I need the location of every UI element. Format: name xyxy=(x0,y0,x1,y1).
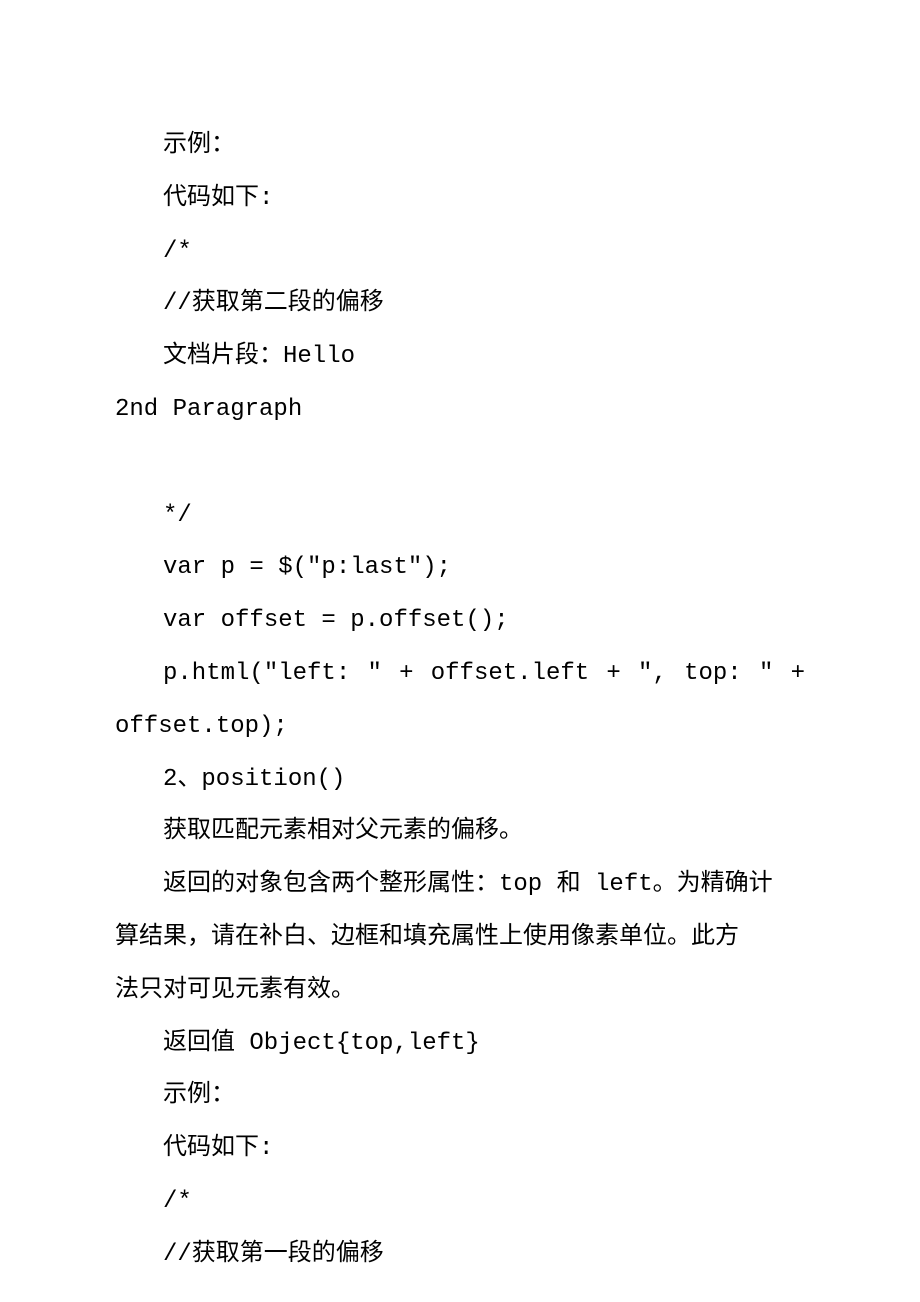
document-line: 代码如下: xyxy=(115,173,805,226)
document-line: p.html("left: " + offset.left + ", top: … xyxy=(115,648,805,701)
document-line: /* xyxy=(115,1176,805,1229)
document-line: 2nd Paragraph xyxy=(115,384,805,437)
document-line: //获取第二段的偏移 xyxy=(115,278,805,331)
document-line: 获取匹配元素相对父元素的偏移。 xyxy=(115,806,805,859)
document-line: 示例： xyxy=(115,120,805,173)
document-line: //获取第一段的偏移 xyxy=(115,1229,805,1282)
document-line: 文档片段：Hello xyxy=(115,331,805,384)
document-line xyxy=(115,437,805,490)
document-line: var p = $("p:last"); xyxy=(115,542,805,595)
document-line: 返回的对象包含两个整形属性：top 和 left。为精确计 xyxy=(115,859,805,912)
document-line: 示例： xyxy=(115,1070,805,1123)
document-line: 算结果，请在补白、边框和填充属性上使用像素单位。此方 xyxy=(115,912,805,965)
document-line: 2、position() xyxy=(115,754,805,807)
document-line: 返回值 Object{top,left} xyxy=(115,1018,805,1071)
document-line: */ xyxy=(115,490,805,543)
document-line: 代码如下: xyxy=(115,1123,805,1176)
document-line: 法只对可见元素有效。 xyxy=(115,965,805,1018)
document-body: 示例：代码如下:/*//获取第二段的偏移文档片段：Hello2nd Paragr… xyxy=(115,120,805,1282)
document-line: /* xyxy=(115,226,805,279)
document-line: offset.top); xyxy=(115,701,805,754)
document-line: var offset = p.offset(); xyxy=(115,595,805,648)
